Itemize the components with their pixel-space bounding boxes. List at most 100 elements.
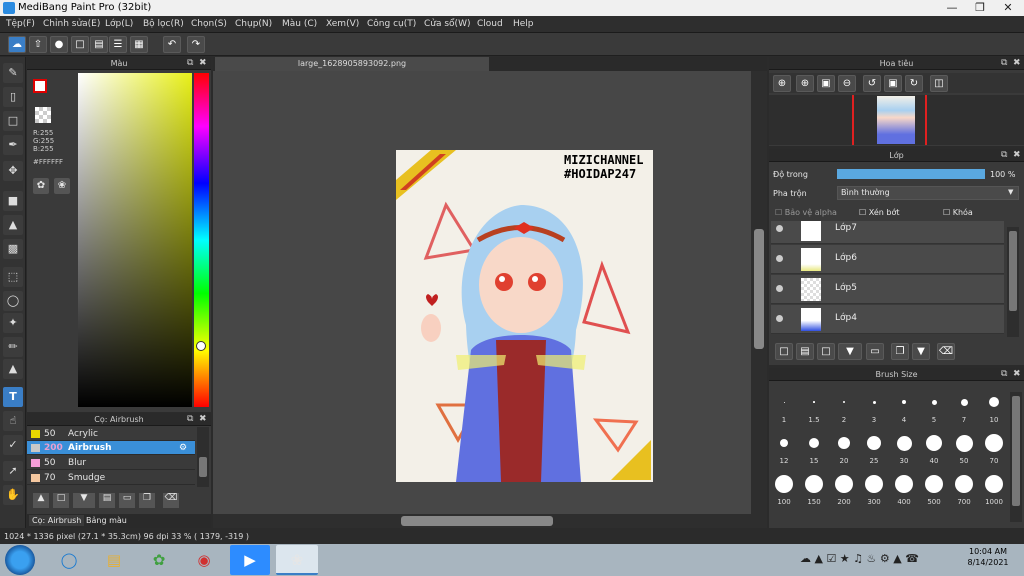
edge-icon[interactable]: ◯	[48, 545, 90, 575]
saturation-value-picker[interactable]	[78, 73, 192, 407]
brush-size-option[interactable]: 25	[859, 423, 889, 467]
lock-checkbox[interactable]: ☐ Khóa	[943, 208, 973, 217]
layer-row[interactable]: Lớp4	[771, 305, 1004, 334]
chrome-icon[interactable]: ◉	[183, 545, 225, 575]
blend-mode-select[interactable]: Bình thường ▼	[837, 186, 1019, 200]
panel-close-icon[interactable]: ✖	[1013, 58, 1021, 68]
panel-float-icon[interactable]: ⧉	[187, 58, 193, 68]
select-rect-icon[interactable]: ⬚	[3, 267, 23, 287]
protect-alpha-checkbox[interactable]: ☐ Bảo vệ alpha	[775, 208, 837, 217]
eraser-tool-icon[interactable]: ▯	[3, 87, 23, 107]
comment-icon[interactable]: ●	[50, 36, 68, 53]
add-brush-icon[interactable]: ▲	[33, 493, 49, 508]
brush-size-option[interactable]: 20	[829, 423, 859, 467]
new-page-icon[interactable]: □	[71, 36, 89, 53]
brush-tool-icon[interactable]: ✎	[3, 63, 23, 83]
new-layer-1bit-icon[interactable]: □	[817, 343, 835, 360]
start-button[interactable]	[5, 545, 35, 575]
canvas-horizontal-scrollbar[interactable]	[213, 514, 767, 528]
brush-size-option[interactable]: 1000	[979, 464, 1009, 508]
brush-list-scrollbar[interactable]	[197, 427, 209, 487]
brush-item-blur[interactable]: 50 Blur	[27, 456, 195, 470]
brush-size-option[interactable]: 50	[949, 423, 979, 467]
select-eraser-icon[interactable]: ▲	[3, 359, 23, 379]
file-explorer-icon[interactable]: ▤	[93, 545, 135, 575]
gear-icon[interactable]: ⚙	[179, 441, 187, 455]
menu-edit[interactable]: Chỉnh sửa(E)	[43, 19, 100, 29]
flip-icon[interactable]: ◫	[930, 75, 948, 92]
brush-size-option[interactable]: 40	[919, 423, 949, 467]
dropper-icon[interactable]: ➚	[3, 461, 23, 481]
menu-select[interactable]: Chọn(S)	[191, 19, 227, 29]
brush-size-option[interactable]: 1	[769, 382, 799, 426]
app-icon[interactable]: ✿	[138, 545, 180, 575]
maximize-button[interactable]: ❐	[966, 0, 994, 16]
merge-down-icon[interactable]: ▼	[912, 343, 930, 360]
fill-rect-tool-icon[interactable]: ■	[3, 191, 23, 211]
document-icon[interactable]: ▤	[90, 36, 108, 53]
magic-wand-icon[interactable]: ✦	[3, 313, 23, 333]
menu-color[interactable]: Màu (C)	[282, 19, 317, 29]
brush-size-scrollbar[interactable]	[1010, 392, 1022, 522]
brush-size-option[interactable]: 400	[889, 464, 919, 508]
brush-size-option[interactable]: 500	[919, 464, 949, 508]
rotate-reset-icon[interactable]: ▣	[884, 75, 902, 92]
brush-size-option[interactable]: 2	[829, 382, 859, 426]
tab-brush[interactable]: Cọ: Airbrush	[29, 515, 85, 526]
trash-icon[interactable]: ⌫	[163, 493, 179, 508]
system-tray-icons[interactable]: ☁ ▲ ☑ ★ ♫ ♨ ⚙ ▲ ☎	[800, 552, 919, 565]
add-layer-dropdown-icon[interactable]: ▼	[838, 343, 862, 360]
brush-size-option[interactable]: 5	[919, 382, 949, 426]
pen-tool-icon[interactable]: ✒	[3, 135, 23, 155]
tab-palette[interactable]: Bảng màu	[83, 515, 130, 526]
fit-icon[interactable]: ▣	[817, 75, 835, 92]
zoom-plus-icon[interactable]: ⊕	[796, 75, 814, 92]
panel-close-icon[interactable]: ✖	[199, 58, 207, 68]
brush-item-airbrush[interactable]: 200 Airbrush ⚙	[27, 441, 195, 455]
color-wheel-icon[interactable]: ❀	[54, 178, 70, 194]
folder-icon[interactable]: ▭	[866, 343, 884, 360]
palette-icon[interactable]: ✿	[33, 178, 49, 194]
brush-size-option[interactable]: 100	[769, 464, 799, 508]
navigator-preview[interactable]	[769, 95, 1024, 145]
panel-close-icon[interactable]: ✖	[199, 414, 207, 424]
layer-row[interactable]: Lớp7	[771, 221, 1004, 244]
transparent-swatch[interactable]	[35, 107, 51, 123]
layer-row[interactable]: Lớp6	[771, 245, 1004, 274]
brush-size-option[interactable]: 10	[979, 382, 1009, 426]
menu-file[interactable]: Tệp(F)	[6, 19, 35, 29]
hue-slider[interactable]	[194, 73, 209, 407]
eyedropper-icon[interactable]: ✓	[3, 435, 23, 455]
brush-item-acrylic[interactable]: 50 Acrylic	[27, 427, 195, 441]
share-icon[interactable]: ⇧	[29, 36, 47, 53]
eye-icon[interactable]	[776, 285, 783, 292]
zoom-out-icon[interactable]: ⊖	[838, 75, 856, 92]
folder-icon[interactable]: ▭	[119, 493, 135, 508]
brush-size-option[interactable]: 150	[799, 464, 829, 508]
brush-size-option[interactable]: 3	[859, 382, 889, 426]
duplicate-layer-icon[interactable]: ❐	[891, 343, 909, 360]
menu-layer[interactable]: Lớp(L)	[105, 19, 133, 29]
eye-icon[interactable]	[776, 315, 783, 322]
undo-icon[interactable]: ↶	[163, 36, 181, 53]
brush-size-option[interactable]: 4	[889, 382, 919, 426]
panel-float-icon[interactable]: ⧉	[1001, 369, 1007, 379]
menu-window[interactable]: Cửa sổ(W)	[424, 19, 470, 29]
hue-slider-handle[interactable]	[196, 341, 206, 351]
operation-tool-icon[interactable]: ☝	[3, 411, 23, 431]
minimize-button[interactable]: —	[938, 0, 966, 16]
canvas-workspace[interactable]: MIZICHANNEL #HOIDAP247	[213, 71, 767, 514]
primary-color-swatch[interactable]	[33, 79, 47, 93]
gradient-tool-icon[interactable]: ▩	[3, 239, 23, 259]
canvas-vertical-scrollbar[interactable]	[751, 71, 767, 514]
zoom-icon[interactable]: ▶	[230, 545, 270, 575]
rect-tool-icon[interactable]: □	[3, 111, 23, 131]
panel-close-icon[interactable]: ✖	[1013, 369, 1021, 379]
move-tool-icon[interactable]: ✥	[3, 161, 23, 181]
new-file-icon[interactable]: □	[53, 493, 69, 508]
layer-list-scrollbar[interactable]	[1007, 227, 1019, 337]
opacity-slider[interactable]	[837, 169, 985, 179]
clip-checkbox[interactable]: ☐ Xén bớt	[859, 208, 899, 217]
bucket-tool-icon[interactable]: ▲	[3, 215, 23, 235]
brush-settings-icon[interactable]: ▤	[99, 493, 115, 508]
